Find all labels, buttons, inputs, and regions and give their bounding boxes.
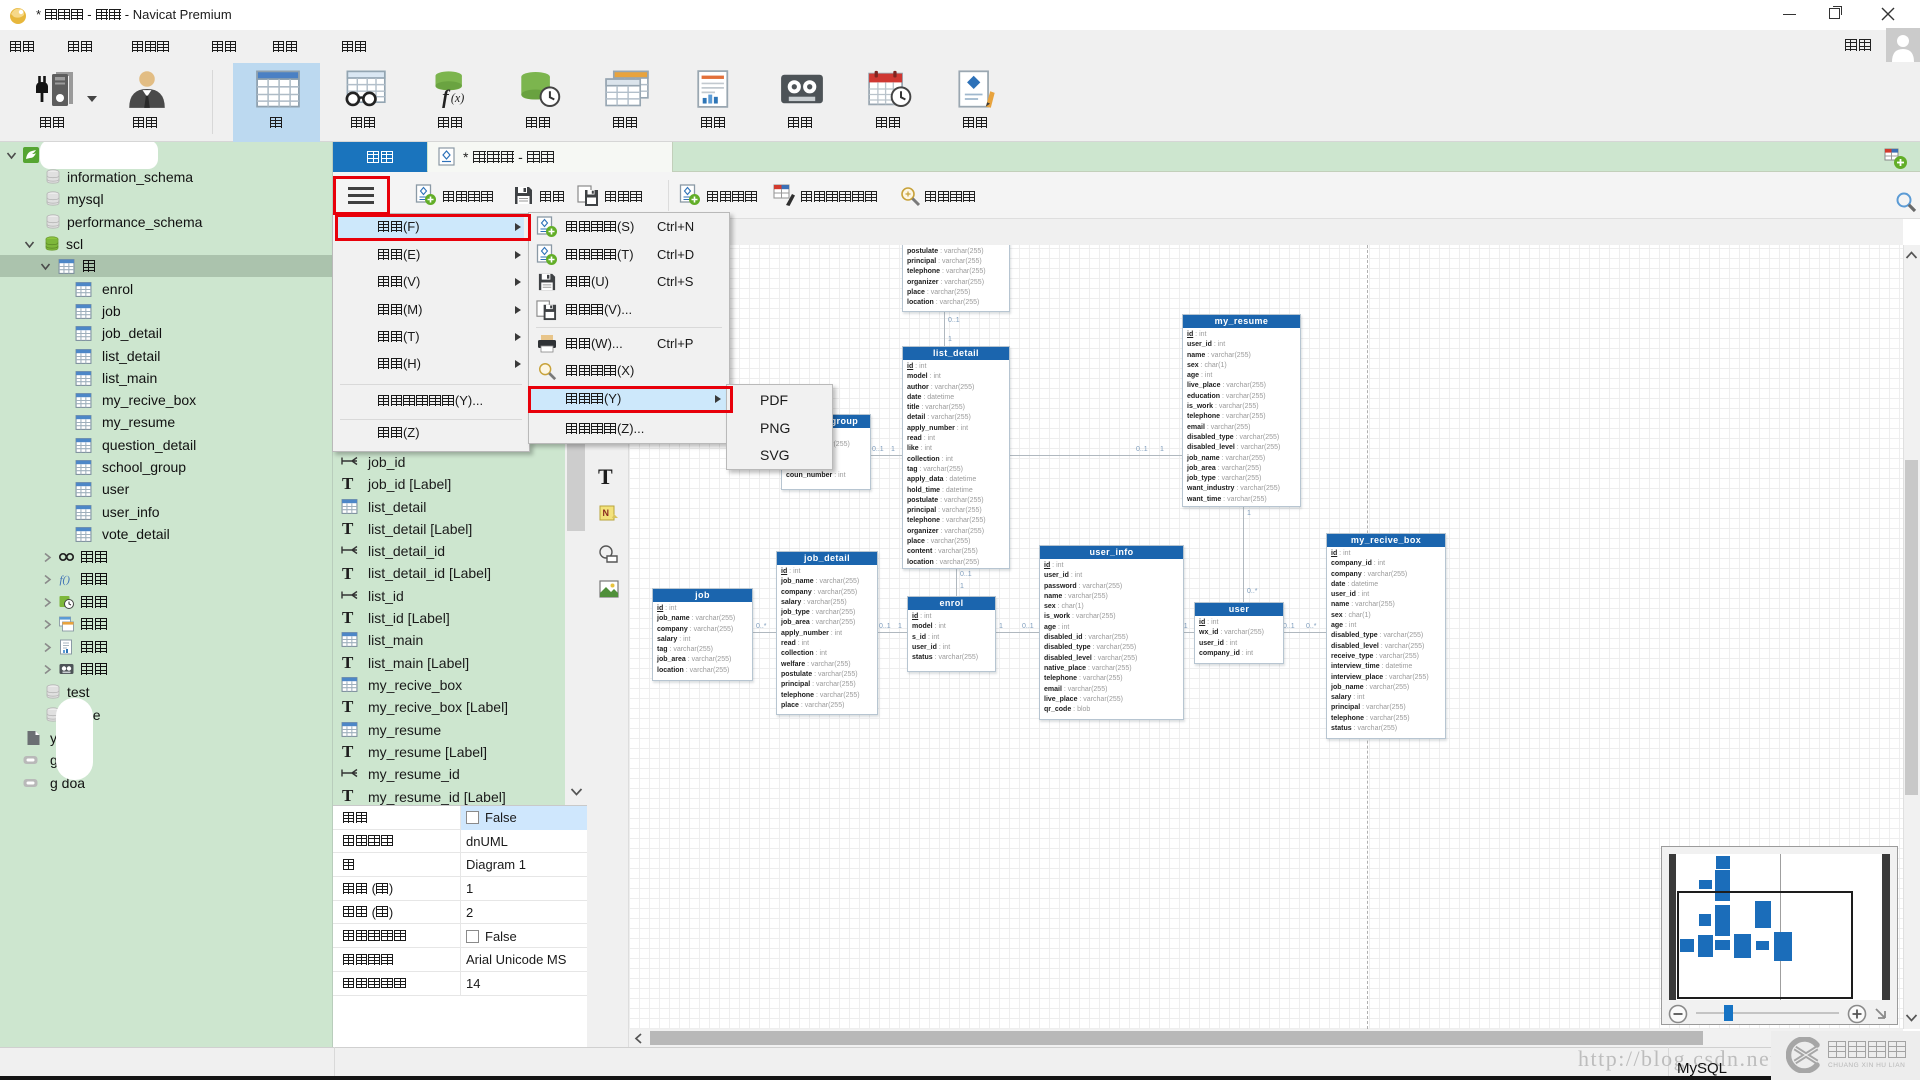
svg-text:T: T [342,609,354,625]
svg-text:(x): (x) [451,91,464,105]
svg-text:T: T [342,743,354,759]
svg-text:T: T [342,475,354,491]
svg-text:T: T [342,520,354,536]
svg-text:f(): f() [60,574,71,586]
svg-text:T: T [342,565,354,581]
svg-text:N: N [603,508,610,518]
svg-text:T: T [342,787,354,803]
svg-text:T: T [342,654,354,670]
svg-text:T: T [342,698,354,714]
